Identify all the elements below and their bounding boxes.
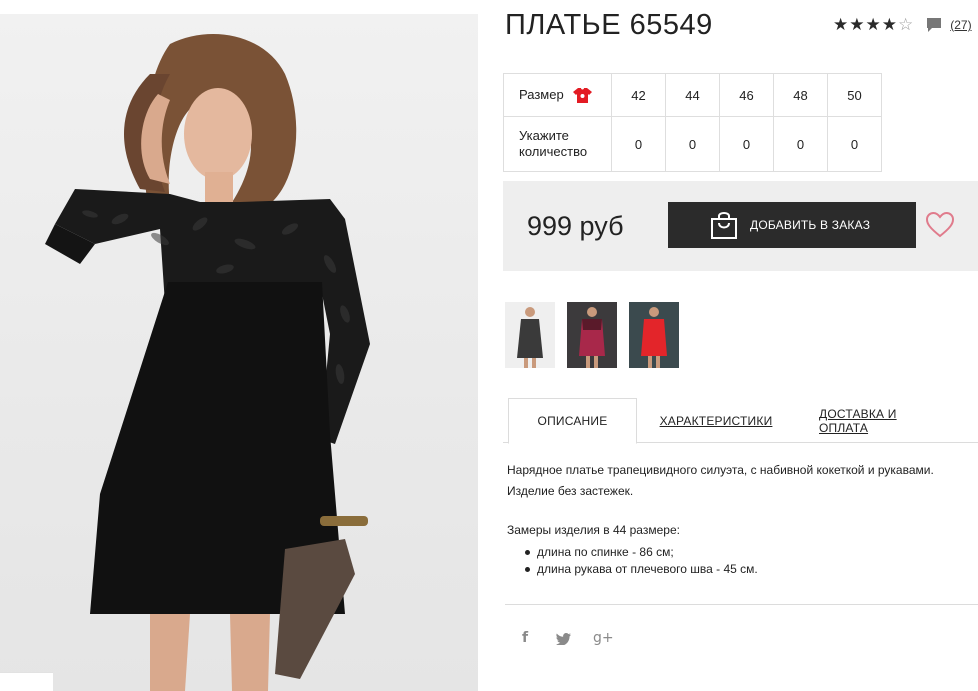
main-product-photo[interactable] [0, 14, 478, 691]
tab-delivery-payment[interactable]: ДОСТАВКА И ОПЛАТА [819, 398, 945, 443]
thumbnail-red-dress[interactable] [629, 302, 679, 368]
add-to-order-button[interactable]: ДОБАВИТЬ В ЗАКАЗ [668, 202, 916, 248]
quantity-input[interactable]: 0 [827, 116, 882, 172]
size-option[interactable]: 44 [665, 73, 720, 117]
add-to-order-label: ДОБАВИТЬ В ЗАКАЗ [750, 218, 871, 232]
dress-model-image [45, 34, 370, 691]
divider [505, 604, 978, 605]
google-plus-icon[interactable]: g+ [593, 630, 614, 646]
quantity-input[interactable]: 0 [665, 116, 720, 172]
product-title: ПЛАТЬЕ 65549 [505, 9, 713, 41]
measurements-list: длина по спинке - 86 см; длина рукава от… [525, 544, 758, 578]
comment-icon[interactable] [926, 17, 942, 33]
quantity-input[interactable]: 0 [719, 116, 774, 172]
tshirt-icon[interactable] [572, 87, 592, 104]
quantity-label-cell: Укажите количество [503, 116, 612, 172]
quantity-input[interactable]: 0 [773, 116, 828, 172]
quantity-label-line2: количество [519, 144, 588, 159]
size-option[interactable]: 48 [773, 73, 828, 117]
size-option[interactable]: 46 [719, 73, 774, 117]
product-tabs: ОПИСАНИЕ ХАРАКТЕРИСТИКИ ДОСТАВКА И ОПЛАТ… [503, 398, 978, 444]
twitter-icon[interactable] [556, 633, 571, 645]
measurement-item: длина по спинке - 86 см; [525, 544, 758, 561]
size-row: Размер 42 44 46 48 50 [503, 73, 882, 117]
thumbnail-image [567, 302, 617, 368]
quantity-row: Укажите количество 0 0 0 0 0 [503, 116, 882, 172]
shopping-bag-icon [711, 212, 737, 239]
thumbnail-image [505, 302, 555, 368]
photo-corner-overlay [0, 672, 53, 691]
star-icon[interactable]: ★ [833, 16, 848, 34]
measurements-title: Замеры изделия в 44 размере: [507, 523, 680, 537]
price: 999 руб [527, 211, 624, 241]
star-icon[interactable]: ★ [866, 16, 881, 34]
tab-description[interactable]: ОПИСАНИЕ [508, 398, 637, 444]
size-label: Размер [519, 87, 564, 102]
size-selection-table: Размер 42 44 46 48 50 Укажите количество… [503, 73, 882, 172]
quantity-input[interactable]: 0 [611, 116, 666, 172]
thumbnail-image [629, 302, 679, 368]
review-count-link[interactable]: (27) [950, 18, 971, 32]
heart-icon[interactable] [926, 212, 954, 238]
product-rating[interactable]: ★ ★ ★ ★ ☆ (27) [833, 16, 972, 34]
quantity-label-line1: Укажите [519, 128, 569, 143]
tab-characteristics[interactable]: ХАРАКТЕРИСТИКИ [660, 398, 773, 443]
size-option[interactable]: 50 [827, 73, 882, 117]
thumbnail-grey-dress[interactable] [505, 302, 555, 368]
size-option[interactable]: 42 [611, 73, 666, 117]
measurement-item: длина рукава от плечевого шва - 45 см. [525, 561, 758, 578]
star-icon[interactable]: ★ [849, 16, 864, 34]
star-empty-icon[interactable]: ☆ [898, 16, 913, 34]
product-description: Нарядное платье трапецивидного силуэта, … [507, 463, 934, 498]
star-icon[interactable]: ★ [882, 16, 897, 34]
facebook-icon[interactable]: f [522, 630, 528, 646]
size-label-cell: Размер [503, 73, 612, 117]
price-box: 999 руб ДОБАВИТЬ В ЗАКАЗ [503, 181, 978, 271]
thumbnail-burgundy-dress[interactable] [567, 302, 617, 368]
